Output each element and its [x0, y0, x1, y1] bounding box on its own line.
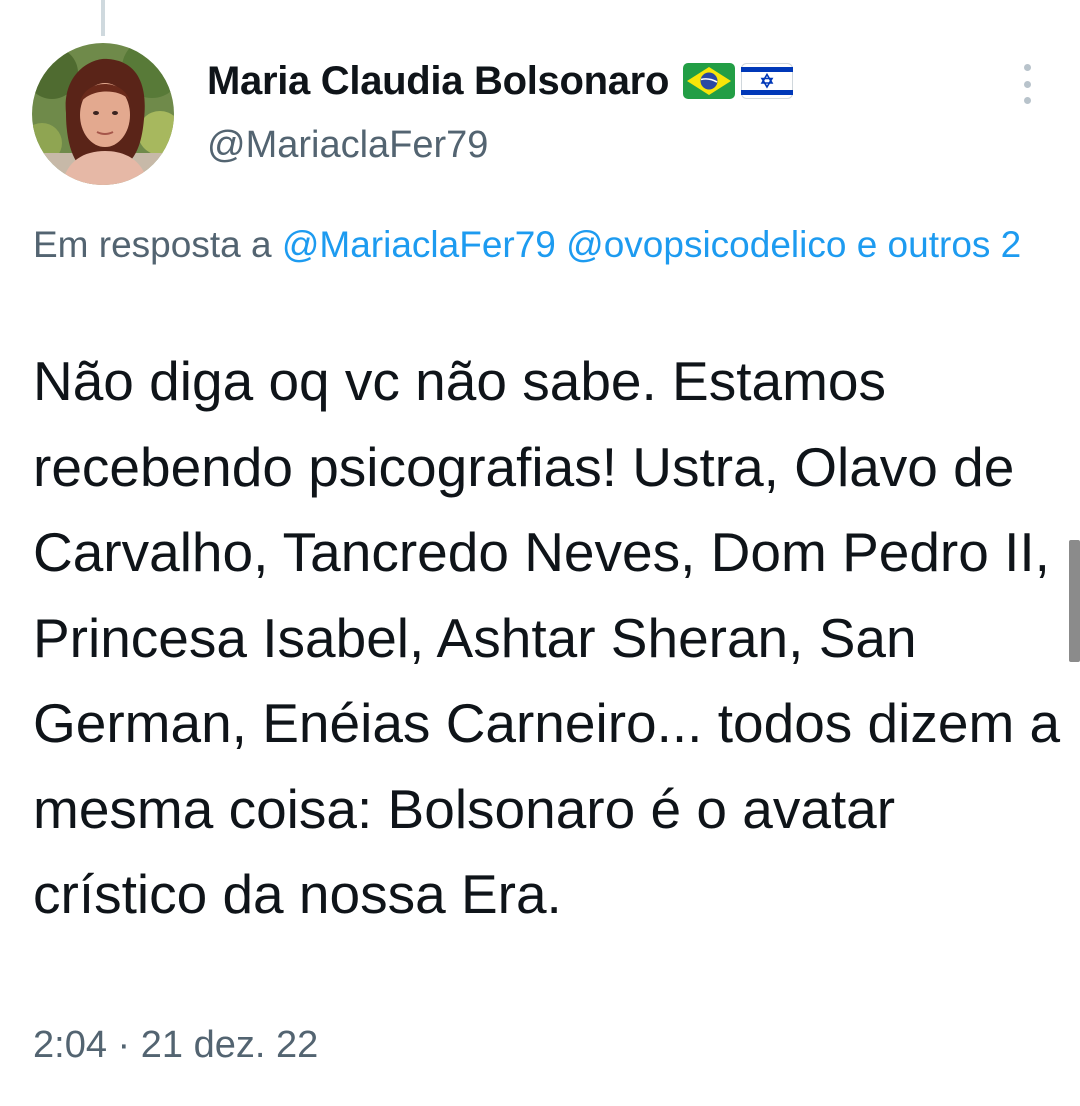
tweet-time: 2:04	[33, 1024, 107, 1066]
scrollbar-thumb[interactable]	[1069, 540, 1080, 662]
tweet-text: Não diga oq vc não sabe. Estamos receben…	[33, 350, 1061, 925]
reply-context: Em resposta a @MariaclaFer79 @ovopsicode…	[33, 214, 1043, 275]
author-flags	[683, 63, 794, 99]
reply-others-link[interactable]: e outros 2	[857, 224, 1022, 265]
author-handle[interactable]: @MariaclaFer79	[207, 124, 488, 167]
reply-mention-ovopsicodelico[interactable]: @ovopsicodelico	[566, 224, 846, 265]
more-options-icon[interactable]	[1010, 64, 1044, 104]
author-name-row: Maria Claudia Bolsonaro	[207, 55, 794, 107]
avatar[interactable]	[32, 43, 174, 185]
reply-prefix: Em resposta a	[33, 224, 282, 265]
author-display-name[interactable]: Maria Claudia Bolsonaro	[207, 59, 669, 104]
tweet-date: 21 dez. 22	[140, 1024, 319, 1066]
reply-mention-mariaclafer79[interactable]: @MariaclaFer79	[282, 224, 556, 265]
tweet-timestamp[interactable]: 2:04 · 21 dez. 22	[33, 1024, 318, 1067]
thread-connector-line	[101, 0, 105, 36]
israel-flag-icon	[741, 63, 794, 99]
timestamp-separator: ·	[106, 1024, 141, 1066]
brazil-flag-icon	[683, 63, 736, 99]
